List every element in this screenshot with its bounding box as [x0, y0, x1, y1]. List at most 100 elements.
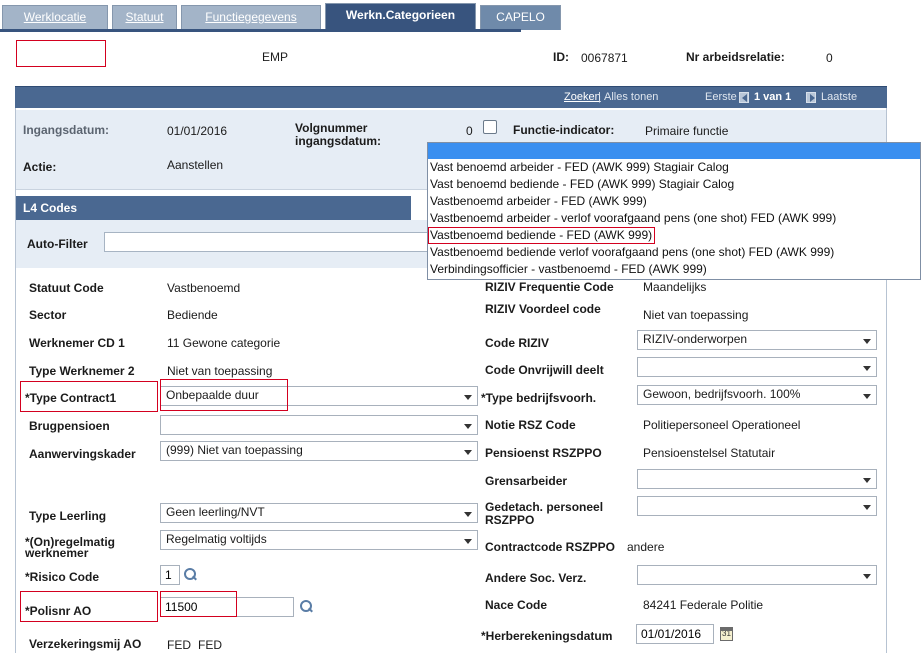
riziv-frequentie-label: RIZIV Frequentie Code — [485, 280, 614, 294]
tab-statuut[interactable]: Statuut — [112, 5, 177, 30]
gedetach-select[interactable] — [637, 496, 877, 516]
chevron-down-icon — [863, 394, 871, 399]
aanwervingskader-label: Aanwervingskader — [29, 447, 136, 461]
verzekeringsmij-ao-label: Verzekeringsmij AO — [29, 637, 142, 651]
type-contract1-value-highlight — [160, 379, 288, 411]
chevron-down-icon — [863, 505, 871, 510]
nr-arbeidsrelatie-label: Nr arbeidsrelatie: — [686, 50, 785, 64]
sector-label: Sector — [29, 308, 67, 322]
id-label: ID: — [553, 50, 569, 64]
andere-soc-label: Andere Soc. Verz. — [485, 571, 587, 585]
sector-value: Bediende — [167, 308, 218, 322]
chevron-down-icon — [464, 424, 472, 429]
nav-bar: Zoeken | Alles tonen Eerste 1 van 1 Laat… — [15, 86, 887, 108]
tab-werklocatie[interactable]: Werklocatie — [2, 5, 108, 30]
contractcode-label: Contractcode RSZPPO — [485, 540, 616, 554]
search-icon[interactable] — [300, 600, 313, 613]
chevron-down-icon — [464, 395, 472, 400]
riziv-voordeel-label: RIZIV Voordeel code — [485, 302, 601, 316]
werknemer-cd1-value: 11 Gewone categorie — [167, 336, 281, 350]
dropdown-option-highlighted[interactable]: Vastbenoemd bediende - FED (AWK 999) — [428, 227, 656, 244]
type-bedrijfsvoorh-label: *Type bedrijfsvoorh. — [481, 391, 597, 405]
nav-separator: | — [598, 91, 601, 103]
risico-code-input[interactable]: 1 — [160, 565, 180, 585]
eerste-link[interactable]: Eerste — [705, 91, 737, 103]
werknemer-cd1-label: Werknemer CD 1 — [29, 336, 125, 350]
functie-indicator-label: Functie-indicator: — [513, 123, 615, 137]
volgnummer-checkbox[interactable] — [483, 120, 497, 134]
chevron-down-icon — [464, 512, 472, 517]
type-contract-dropdown-list[interactable]: Vast benoemd arbeider - FED (AWK 999) St… — [427, 142, 921, 280]
tab-underline — [0, 29, 521, 32]
chevron-down-icon — [863, 339, 871, 344]
statuut-code-label: Statuut Code — [29, 281, 104, 295]
zoeken-link[interactable]: Zoeken — [564, 91, 601, 103]
onregelmatig-select[interactable]: Regelmatig voltijds — [160, 530, 478, 550]
andere-soc-select[interactable] — [637, 565, 877, 585]
ingangsdatum-label: Ingangsdatum: — [23, 123, 109, 137]
pensioenst-label: Pensioenst RSZPPO — [485, 446, 602, 460]
onregelmatig-label: *(On)regelmatig werknemer — [25, 535, 116, 560]
calendar-icon[interactable]: 31 — [720, 627, 733, 641]
statuut-code-value: Vastbenoemd — [167, 281, 241, 295]
onregelmatig-value: Regelmatig voltijds — [166, 532, 267, 546]
id-value: 0067871 — [581, 51, 628, 65]
risico-code-label: *Risico Code — [25, 570, 100, 584]
next-arrow-icon[interactable] — [806, 92, 816, 103]
pensioenst-value: Pensioenstelsel Statutair — [643, 446, 776, 460]
brugpensioen-select[interactable] — [160, 415, 478, 435]
search-icon[interactable] — [184, 568, 197, 581]
brugpensioen-label: Brugpensioen — [29, 419, 110, 433]
dropdown-header — [428, 143, 920, 159]
chevron-down-icon — [863, 478, 871, 483]
type-contract1-label: *Type Contract1 — [25, 391, 117, 405]
code-onvrijwill-select[interactable] — [637, 357, 877, 377]
type-werknemer2-label: Type Werknemer 2 — [29, 364, 135, 378]
type-leerling-select[interactable]: Geen leerling/NVT — [160, 503, 478, 523]
type-bedrijfsvoorh-value: Gewoon, bedrijfsvoorh. 100% — [643, 387, 801, 401]
dropdown-option[interactable]: Vast benoemd bediende - FED (AWK 999) St… — [428, 176, 920, 193]
dropdown-option[interactable]: Vastbenoemd arbeider - verlof voorafgaan… — [428, 210, 920, 227]
aanwervingskader-select[interactable]: (999) Niet van toepassing — [160, 441, 478, 461]
nace-code-label: Nace Code — [485, 598, 548, 612]
chevron-down-icon — [464, 539, 472, 544]
auto-filter-input[interactable] — [104, 232, 434, 252]
code-riziv-select[interactable]: RIZIV-onderworpen — [637, 330, 877, 350]
herberekeningsdatum-input[interactable]: 01/01/2016 — [636, 624, 714, 644]
contractcode-value: andere — [627, 540, 665, 554]
gedetach-label: Gedetach. personeel RSZPPO — [485, 500, 604, 527]
dropdown-option[interactable]: Vastbenoemd bediende verlof voorafgaand … — [428, 244, 920, 261]
polisnr-ao-label: *Polisnr AO — [25, 604, 92, 618]
grensarbeider-label: Grensarbeider — [485, 474, 568, 488]
redacted-name-box — [16, 40, 106, 67]
tab-capelo[interactable]: CAPELO — [480, 5, 561, 30]
previous-arrow-icon[interactable] — [739, 92, 749, 103]
verzekeringsmij-ao-value: FED — [198, 638, 222, 652]
dropdown-option[interactable]: Verbindingsofficier - vastbenoemd - FED … — [428, 261, 920, 278]
functie-indicator-value: Primaire functie — [645, 124, 729, 138]
code-riziv-label: Code RIZIV — [485, 336, 550, 350]
ingangsdatum-value: 01/01/2016 — [167, 124, 228, 138]
chevron-down-icon — [863, 574, 871, 579]
alles-tonen-link[interactable]: Alles tonen — [604, 91, 658, 103]
code-onvrijwill-label: Code Onvrijwill deelt — [485, 363, 604, 377]
type-leerling-value: Geen leerling/NVT — [166, 505, 265, 519]
tab-functiegegevens[interactable]: Functiegegevens — [181, 5, 321, 30]
tab-werkn-categorieen[interactable]: Werkn.Categorieen — [325, 3, 476, 30]
type-bedrijfsvoorh-select[interactable]: Gewoon, bedrijfsvoorh. 100% — [637, 385, 877, 405]
nace-code-value: 84241 Federale Politie — [643, 598, 764, 612]
volgnummer-value: 0 — [466, 124, 473, 138]
pager-text: 1 van 1 — [754, 91, 792, 103]
actie-label: Actie: — [23, 160, 57, 174]
aanwervingskader-value: (999) Niet van toepassing — [166, 443, 303, 457]
grensarbeider-select[interactable] — [637, 469, 877, 489]
dropdown-option[interactable]: Vast benoemd arbeider - FED (AWK 999) St… — [428, 159, 920, 176]
herberekeningsdatum-label: *Herberekeningsdatum — [481, 629, 613, 643]
notie-rsz-label: Notie RSZ Code — [485, 418, 576, 432]
code-riziv-value: RIZIV-onderworpen — [643, 332, 748, 346]
riziv-frequentie-value: Maandelijks — [643, 280, 707, 294]
type-werknemer2-value: Niet van toepassing — [167, 364, 273, 378]
auto-filter-label: Auto-Filter — [27, 237, 88, 251]
dropdown-option[interactable]: Vastbenoemd arbeider - FED (AWK 999) — [428, 193, 920, 210]
laatste-link[interactable]: Laatste — [821, 91, 857, 103]
